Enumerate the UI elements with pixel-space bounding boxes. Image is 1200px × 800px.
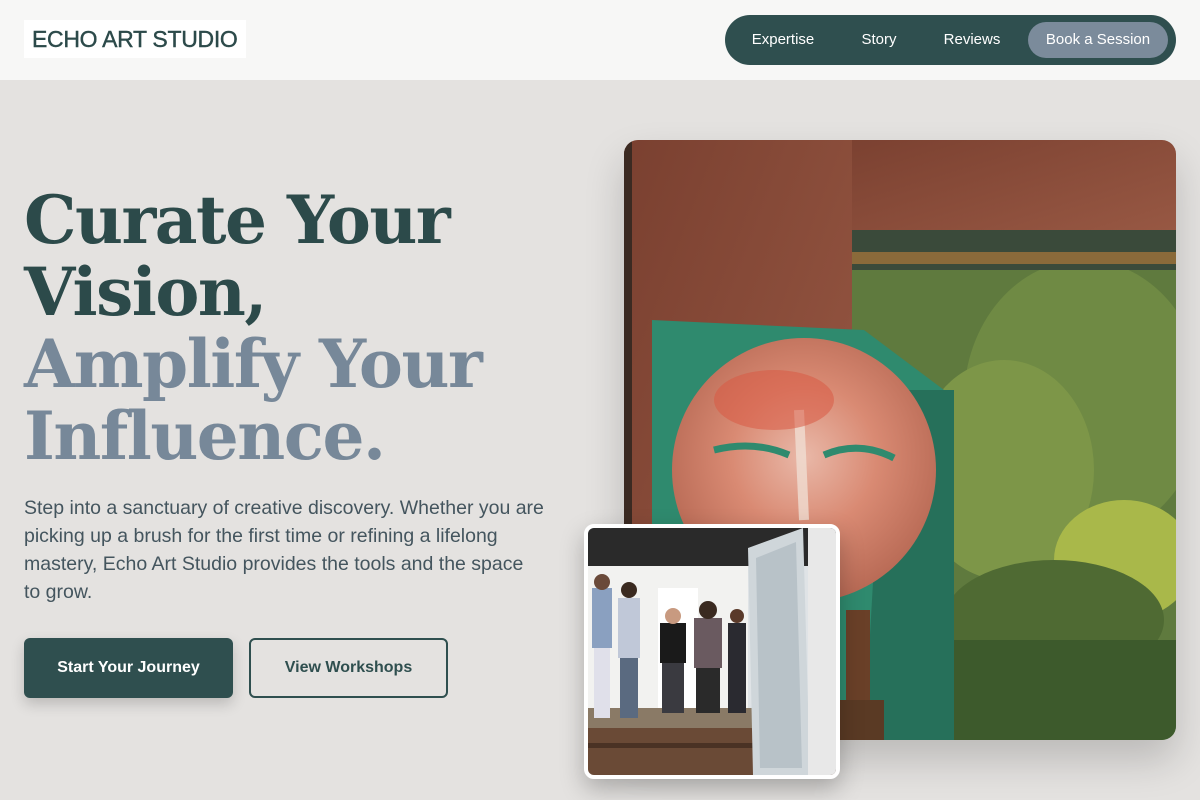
book-session-button[interactable]: Book a Session bbox=[1028, 22, 1168, 58]
headline-line-2: Vision, bbox=[24, 253, 267, 331]
nav-link-expertise[interactable]: Expertise bbox=[743, 15, 823, 65]
hero-description: Step into a sanctuary of creative discov… bbox=[24, 497, 544, 603]
nav-link-story[interactable]: Story bbox=[853, 15, 905, 65]
view-workshops-button[interactable]: View Workshops bbox=[249, 638, 448, 698]
gallery-visitors-photo bbox=[584, 524, 840, 779]
start-journey-button[interactable]: Start Your Journey bbox=[24, 638, 233, 698]
main-nav: Expertise Story Reviews Book a Session bbox=[725, 15, 1176, 65]
headline-line-1: Curate Your bbox=[24, 181, 451, 259]
site-header: ECHO ART STUDIO Expertise Story Reviews … bbox=[0, 0, 1200, 80]
brand-logo[interactable]: ECHO ART STUDIO bbox=[24, 20, 246, 58]
headline-line-4: Influence. bbox=[24, 397, 386, 475]
hero-headline: Curate Your Vision, Amplify Your Influen… bbox=[24, 184, 584, 472]
nav-link-reviews[interactable]: Reviews bbox=[937, 15, 1007, 65]
headline-line-3: Amplify Your bbox=[24, 325, 483, 403]
